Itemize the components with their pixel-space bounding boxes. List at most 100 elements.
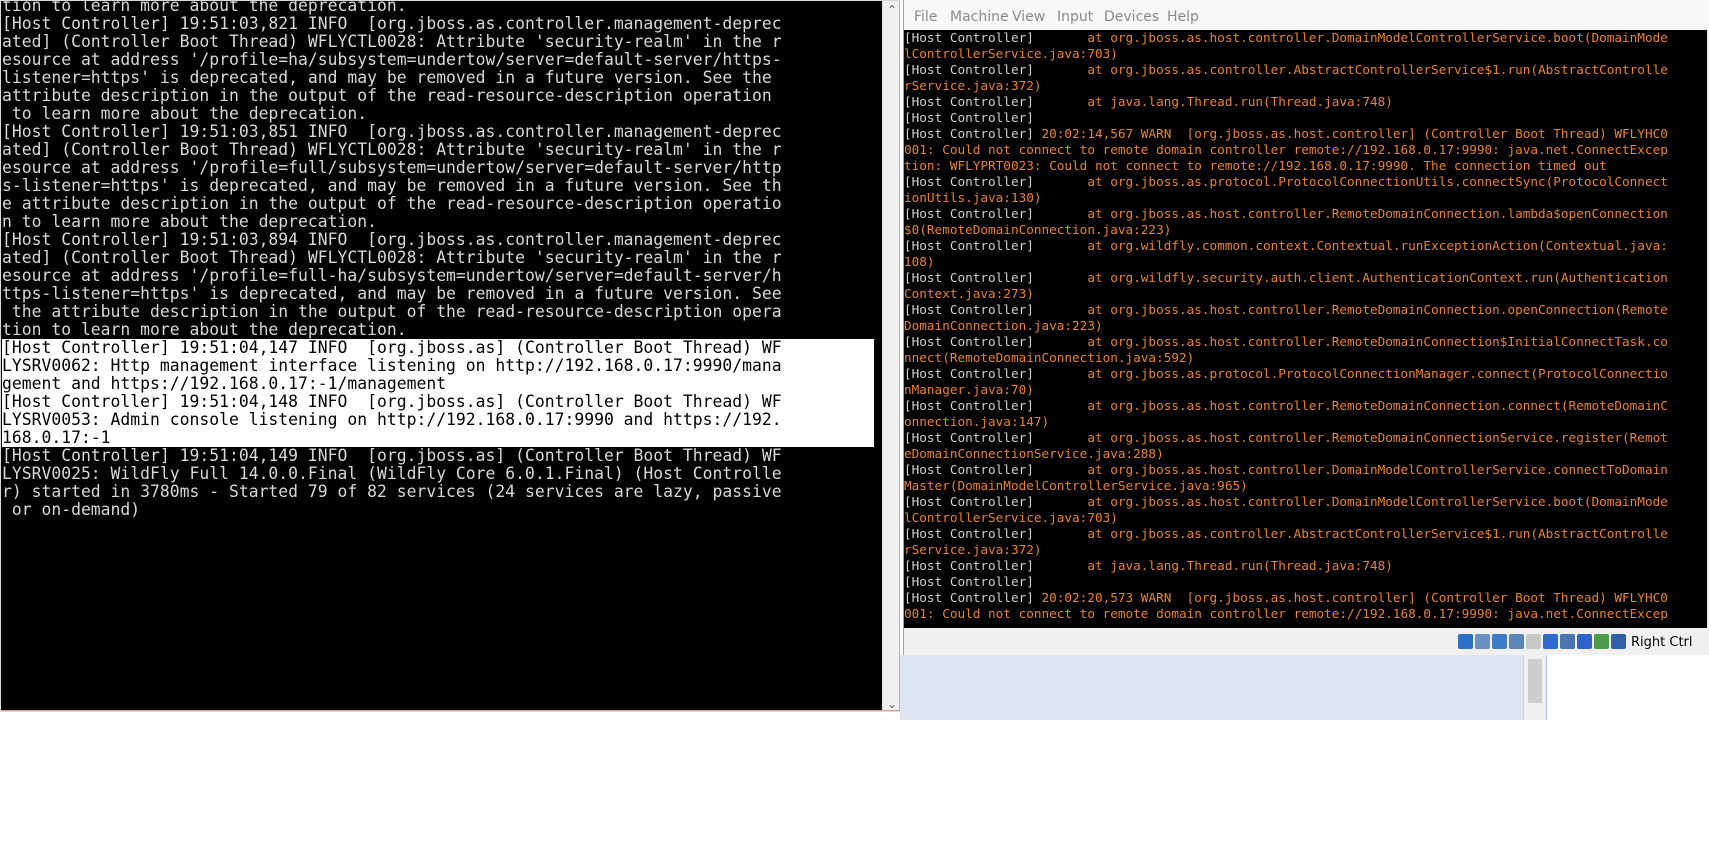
console-line: LYSRV0025: WildFly Full 14.0.0.Final (Wi… <box>2 464 782 483</box>
console-line: [Host Controller] 19:51:03,821 INFO [org… <box>2 14 782 33</box>
line-message: 20:02:14,567 WARN [org.jboss.as.host.con… <box>1041 126 1668 141</box>
window-border <box>899 1 900 711</box>
vm-console-line: rService.java:372) <box>904 542 1668 558</box>
console-line: n to learn more about the deprecation. <box>2 212 377 231</box>
console-line: tion to learn more about the deprecation… <box>2 0 407 15</box>
line-prefix: [Host Controller] <box>904 526 1088 541</box>
optical-drive-icon[interactable] <box>1458 634 1473 649</box>
vm-console-line: [Host Controller] at org.wildfly.securit… <box>904 270 1668 286</box>
console-line: [Host Controller] 19:51:03,894 INFO [org… <box>2 230 782 249</box>
line-message: tion: WFLYPRT0023: Could not connect to … <box>904 158 1607 173</box>
console-line: LYSRV0062: Http management interface lis… <box>2 357 874 375</box>
line-message: Master(DomainModelControllerService.java… <box>904 478 1248 493</box>
vm-console-line: [Host Controller] at org.jboss.as.host.c… <box>904 302 1668 318</box>
vm-console-line: [Host Controller] at org.jboss.as.host.c… <box>904 462 1668 478</box>
line-message: at java.lang.Thread.run(Thread.java:748) <box>1087 558 1393 573</box>
vm-console-line: nManager.java:70) <box>904 382 1668 398</box>
line-prefix: [Host Controller] <box>904 126 1042 141</box>
line-message: at org.jboss.as.host.controller.RemoteDo… <box>1087 334 1668 349</box>
virtualbox-vm-window[interactable]: File Machine View Input Devices Help [Host Co… <box>903 0 1709 655</box>
scroll-up-icon[interactable]: ⌃ <box>883 1 900 19</box>
line-message: DomainConnection.java:223) <box>904 318 1103 333</box>
line-message: at org.jboss.as.controller.AbstractContr… <box>1087 526 1668 541</box>
shared-folder-icon[interactable] <box>1509 634 1524 649</box>
vm-console-line: Master(DomainModelControllerService.java… <box>904 478 1668 494</box>
menu-item-devices[interactable]: Devices <box>1104 9 1159 25</box>
background-scrollbar[interactable] <box>1523 655 1546 720</box>
vm-console-line: tion: WFLYPRT0023: Could not connect to … <box>904 158 1668 174</box>
vm-console-line: 001: Could not connect to remote domain … <box>904 142 1668 158</box>
line-message: rService.java:372) <box>904 542 1042 557</box>
arrow-down-icon[interactable] <box>1611 634 1626 649</box>
line-prefix: [Host Controller] <box>904 206 1088 221</box>
background-window <box>900 655 1547 720</box>
line-message: at org.jboss.as.host.controller.RemoteDo… <box>1087 430 1668 445</box>
menu-item-help[interactable]: Help <box>1167 9 1199 25</box>
console-line: attribute description in the output of t… <box>2 86 772 105</box>
line-prefix: [Host Controller] <box>904 174 1088 189</box>
vm-console-line: eDomainConnectionService.java:288) <box>904 446 1668 462</box>
console-line: [Host Controller] 19:51:03,851 INFO [org… <box>2 122 782 141</box>
video-capture-icon[interactable] <box>1543 634 1558 649</box>
vm-console-line: [Host Controller] at org.jboss.as.host.c… <box>904 334 1668 350</box>
line-message: Context.java:273) <box>904 286 1034 301</box>
line-prefix: [Host Controller] <box>904 366 1088 381</box>
vm-console-line: [Host Controller] at org.jboss.as.host.c… <box>904 30 1668 46</box>
line-prefix: [Host Controller] <box>904 334 1088 349</box>
line-message: at org.wildfly.common.context.Contextual… <box>1087 238 1668 253</box>
console-line: s-listener=https' is deprecated, and may… <box>2 176 782 195</box>
scrollbar-thumb[interactable] <box>1528 659 1542 703</box>
line-message: at org.jboss.as.host.controller.RemoteDo… <box>1087 398 1668 413</box>
line-message: 108) <box>904 254 935 269</box>
console-line: esource at address '/profile=ha/subsyste… <box>2 50 782 69</box>
vm-console-line: 001: Could not connect to remote domain … <box>904 606 1668 622</box>
menu-item-machine[interactable]: Machine <box>950 9 1009 25</box>
cpu-icon[interactable] <box>1560 634 1575 649</box>
vm-console-line: Context.java:273) <box>904 286 1668 302</box>
network-icon[interactable] <box>1492 634 1507 649</box>
line-prefix: [Host Controller] <box>904 302 1088 317</box>
mouse-icon[interactable] <box>1577 634 1592 649</box>
vm-console-line: [Host Controller] at java.lang.Thread.ru… <box>904 558 1668 574</box>
console-scrollbar[interactable]: ⌃ ⌄ <box>882 1 900 711</box>
line-message: 20:02:20,573 WARN [org.jboss.as.host.con… <box>1041 590 1668 605</box>
console-line: LYSRV0053: Admin console listening on ht… <box>2 411 874 429</box>
keyboard-icon[interactable] <box>1594 634 1609 649</box>
line-prefix: [Host Controller] <box>904 30 1088 45</box>
vm-console-line: [Host Controller] at org.wildfly.common.… <box>904 238 1668 254</box>
line-message: at org.jboss.as.host.controller.RemoteDo… <box>1087 206 1668 221</box>
line-message: at org.jboss.as.host.controller.DomainMo… <box>1087 462 1668 477</box>
vm-console-line: [Host Controller] at org.jboss.as.host.c… <box>904 430 1668 446</box>
line-prefix: [Host Controller] <box>904 238 1088 253</box>
vm-console-line: lControllerService.java:703) <box>904 510 1668 526</box>
display-icon[interactable] <box>1526 634 1541 649</box>
menu-item-view[interactable]: View <box>1012 9 1045 25</box>
host-key-label: Right Ctrl <box>1631 635 1693 650</box>
line-message: nnect(RemoteDomainConnection.java:592) <box>904 350 1195 365</box>
vm-console-line: [Host Controller] at java.lang.Thread.ru… <box>904 94 1668 110</box>
console-line: ttps-listener=https' is deprecated, and … <box>2 284 782 303</box>
vm-console-line: [Host Controller] at org.jboss.as.contro… <box>904 526 1668 542</box>
line-prefix: [Host Controller] <box>904 494 1088 509</box>
vm-console-line: DomainConnection.java:223) <box>904 318 1668 334</box>
line-prefix: [Host Controller] <box>904 558 1088 573</box>
command-prompt-window[interactable]: tion to learn more about the deprecation… <box>0 0 900 712</box>
menu-item-input[interactable]: Input <box>1057 9 1093 25</box>
line-message: 001: Could not connect to remote domain … <box>904 142 1668 157</box>
vm-console-screen[interactable]: [Host Controller] at org.jboss.as.host.c… <box>904 30 1707 628</box>
line-message: at org.jboss.as.protocol.ProtocolConnect… <box>1087 366 1668 381</box>
console-line: [Host Controller] 19:51:04,148 INFO [org… <box>2 393 874 411</box>
menu-item-file[interactable]: File <box>914 9 937 25</box>
vm-console-line: [Host Controller] 20:02:20,573 WARN [org… <box>904 590 1668 606</box>
line-message: onnection.java:147) <box>904 414 1050 429</box>
line-message: at org.wildfly.security.auth.client.Auth… <box>1087 270 1668 285</box>
vm-console-line: rService.java:372) <box>904 78 1668 94</box>
vm-console-line: [Host Controller] at org.jboss.as.contro… <box>904 62 1668 78</box>
usb-icon[interactable] <box>1475 634 1490 649</box>
line-message: at org.jboss.as.controller.AbstractContr… <box>1087 62 1668 77</box>
line-message: rService.java:372) <box>904 78 1042 93</box>
console-line: 168.0.17:-1 <box>2 429 874 447</box>
line-message: lControllerService.java:703) <box>904 510 1118 525</box>
console-line: [Host Controller] 19:51:04,149 INFO [org… <box>2 446 782 465</box>
vm-console-line: [Host Controller] at org.jboss.as.host.c… <box>904 494 1668 510</box>
